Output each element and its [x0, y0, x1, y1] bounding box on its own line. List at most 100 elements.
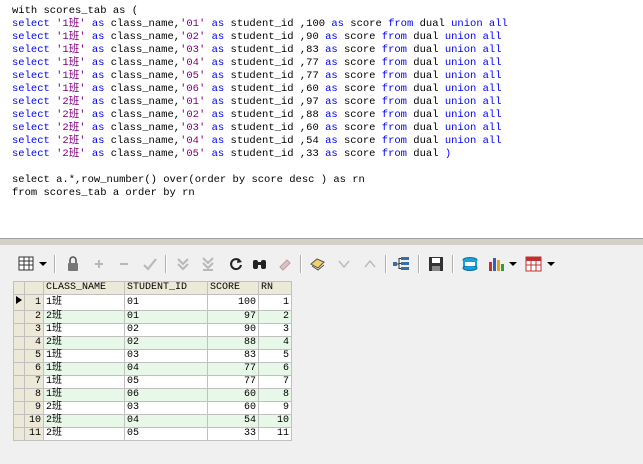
rn-cell[interactable]: 11: [258, 427, 292, 441]
row-number[interactable]: 4: [24, 336, 44, 350]
next-icon[interactable]: [360, 254, 380, 274]
rn-cell[interactable]: 9: [258, 401, 292, 415]
score-cell[interactable]: 77: [207, 362, 259, 376]
class-name-cell[interactable]: 1班: [43, 294, 125, 311]
score-cell[interactable]: 33: [207, 427, 259, 441]
row-indicator[interactable]: [13, 414, 25, 428]
row-number[interactable]: 11: [24, 427, 44, 441]
row-indicator[interactable]: [13, 401, 25, 415]
rn-cell[interactable]: 10: [258, 414, 292, 428]
column-header[interactable]: RN: [258, 281, 292, 295]
table-row[interactable]: 10 2班 04 54 10: [13, 414, 292, 428]
row-indicator[interactable]: [13, 323, 25, 337]
row-number[interactable]: 5: [24, 349, 44, 363]
fetch-all-icon[interactable]: [198, 254, 218, 274]
chart-icon[interactable]: [486, 254, 506, 274]
row-number[interactable]: 7: [24, 375, 44, 389]
student-id-cell[interactable]: 01: [124, 310, 208, 324]
row-number[interactable]: 1: [24, 294, 44, 311]
score-cell[interactable]: 60: [207, 401, 259, 415]
sql-editor[interactable]: with scores_tab as (select '1班' as class…: [0, 0, 643, 238]
row-number[interactable]: 8: [24, 388, 44, 402]
student-id-cell[interactable]: 02: [124, 336, 208, 350]
fetch-next-icon[interactable]: [173, 254, 193, 274]
score-cell[interactable]: 90: [207, 323, 259, 337]
column-header[interactable]: STUDENT_ID: [124, 281, 208, 295]
rn-cell[interactable]: 7: [258, 375, 292, 389]
row-indicator[interactable]: [13, 375, 25, 389]
refresh-icon[interactable]: [226, 254, 246, 274]
score-cell[interactable]: 97: [207, 310, 259, 324]
score-cell[interactable]: 100: [207, 294, 259, 311]
table-row[interactable]: 1 1班 01 100 1: [13, 294, 292, 311]
chevron-down-icon[interactable]: [38, 254, 48, 274]
table-row[interactable]: 7 1班 05 77 7: [13, 375, 292, 389]
class-name-cell[interactable]: 1班: [43, 349, 125, 363]
rn-cell[interactable]: 8: [258, 388, 292, 402]
row-indicator[interactable]: [13, 349, 25, 363]
export-icon[interactable]: [460, 254, 480, 274]
class-name-cell[interactable]: 1班: [43, 323, 125, 337]
post-edit-icon[interactable]: [140, 254, 160, 274]
chevron-down-icon[interactable]: [508, 254, 518, 274]
single-record-view-icon[interactable]: [392, 254, 412, 274]
table-row[interactable]: 5 1班 03 83 5: [13, 349, 292, 363]
row-number[interactable]: 9: [24, 401, 44, 415]
table-row[interactable]: 8 1班 06 60 8: [13, 388, 292, 402]
chevron-down-icon[interactable]: [546, 254, 556, 274]
previous-icon[interactable]: [334, 254, 354, 274]
table-row[interactable]: 6 1班 04 77 6: [13, 362, 292, 376]
row-indicator[interactable]: [13, 362, 25, 376]
row-number[interactable]: 3: [24, 323, 44, 337]
row-indicator[interactable]: [13, 336, 25, 350]
class-name-cell[interactable]: 1班: [43, 362, 125, 376]
row-indicator[interactable]: [13, 427, 25, 441]
student-id-cell[interactable]: 05: [124, 375, 208, 389]
rn-cell[interactable]: 5: [258, 349, 292, 363]
clear-icon[interactable]: [275, 254, 295, 274]
class-name-cell[interactable]: 1班: [43, 375, 125, 389]
table-row[interactable]: 3 1班 02 90 3: [13, 323, 292, 337]
sql-code[interactable]: with scores_tab as (select '1班' as class…: [12, 5, 508, 200]
rn-cell[interactable]: 6: [258, 362, 292, 376]
student-id-cell[interactable]: 03: [124, 401, 208, 415]
score-cell[interactable]: 60: [207, 388, 259, 402]
table-row[interactable]: 9 2班 03 60 9: [13, 401, 292, 415]
score-cell[interactable]: 77: [207, 375, 259, 389]
row-indicator[interactable]: [13, 310, 25, 324]
find-icon[interactable]: [250, 254, 270, 274]
table-row[interactable]: 2 2班 01 97 2: [13, 310, 292, 324]
table-row[interactable]: 4 2班 02 88 4: [13, 336, 292, 350]
current-row-indicator[interactable]: [13, 294, 25, 311]
score-cell[interactable]: 83: [207, 349, 259, 363]
lock-icon[interactable]: [63, 254, 83, 274]
student-id-cell[interactable]: 05: [124, 427, 208, 441]
student-id-cell[interactable]: 04: [124, 362, 208, 376]
student-id-cell[interactable]: 04: [124, 414, 208, 428]
rn-cell[interactable]: 2: [258, 310, 292, 324]
student-id-cell[interactable]: 03: [124, 349, 208, 363]
row-indicator[interactable]: [13, 388, 25, 402]
student-id-cell[interactable]: 06: [124, 388, 208, 402]
rn-cell[interactable]: 4: [258, 336, 292, 350]
class-name-cell[interactable]: 2班: [43, 310, 125, 324]
student-id-cell[interactable]: 01: [124, 294, 208, 311]
student-id-cell[interactable]: 02: [124, 323, 208, 337]
class-name-cell[interactable]: 2班: [43, 427, 125, 441]
table-icon[interactable]: [524, 254, 544, 274]
class-name-cell[interactable]: 2班: [43, 401, 125, 415]
column-header[interactable]: CLASS_NAME: [43, 281, 125, 295]
rn-cell[interactable]: 3: [258, 323, 292, 337]
grid-view-icon[interactable]: [16, 254, 38, 274]
class-name-cell[interactable]: 2班: [43, 414, 125, 428]
result-grid[interactable]: CLASS_NAME STUDENT_ID SCORE RN 1 1班 01 100 1…: [13, 281, 292, 441]
rn-cell[interactable]: 1: [258, 294, 292, 311]
class-name-cell[interactable]: 1班: [43, 388, 125, 402]
table-row[interactable]: 11 2班 05 33 11: [13, 427, 292, 441]
class-name-cell[interactable]: 2班: [43, 336, 125, 350]
delete-record-icon[interactable]: [114, 254, 134, 274]
score-cell[interactable]: 88: [207, 336, 259, 350]
column-header[interactable]: SCORE: [207, 281, 259, 295]
save-icon[interactable]: [426, 254, 446, 274]
query-by-example-icon[interactable]: [308, 254, 328, 274]
